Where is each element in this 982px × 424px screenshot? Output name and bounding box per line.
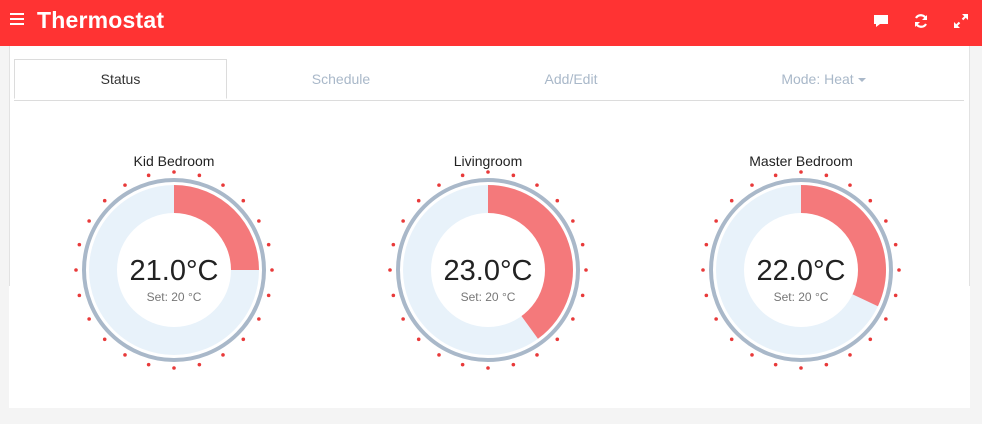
mode-dropdown[interactable]: Mode: Heat xyxy=(756,59,891,99)
panel-border-left xyxy=(9,46,10,286)
setpoint-label: Set: 20 °C xyxy=(146,290,202,304)
tick-mark xyxy=(868,337,873,342)
tick-mark xyxy=(824,173,829,178)
tab-status[interactable]: Status xyxy=(14,59,227,99)
tick-mark xyxy=(750,353,754,357)
tick-mark xyxy=(87,317,91,321)
tick-mark xyxy=(437,353,441,357)
app-title: Thermostat xyxy=(37,7,165,33)
tick-mark xyxy=(824,362,829,367)
tick-mark xyxy=(714,317,718,321)
tick-mark xyxy=(241,337,246,342)
tick-mark xyxy=(266,242,271,247)
thermostat-dial-master-bedroom[interactable]: Master Bedroom 22.0°C Set: 20 °C xyxy=(681,150,921,380)
tick-mark xyxy=(535,183,539,187)
tick-mark xyxy=(884,317,888,321)
zone-name: Livingroom xyxy=(453,153,523,169)
tick-mark xyxy=(750,183,754,187)
tick-mark xyxy=(868,198,873,203)
current-temperature: 21.0°C xyxy=(129,255,219,287)
tick-mark xyxy=(77,242,82,247)
tick-mark xyxy=(87,219,91,223)
app-header: Thermostat xyxy=(0,0,982,46)
tick-mark xyxy=(884,219,888,223)
tick-mark xyxy=(460,362,465,367)
tick-mark xyxy=(197,362,202,367)
tick-mark xyxy=(401,219,405,223)
tick-mark xyxy=(555,337,560,342)
tick-mark xyxy=(241,198,246,203)
tab-bar: Status Schedule Add/Edit Mode: Heat xyxy=(14,59,964,101)
tick-mark xyxy=(773,173,778,178)
panel-border-right xyxy=(969,46,970,286)
expand-icon[interactable] xyxy=(952,12,970,30)
tick-mark xyxy=(799,366,803,370)
tick-mark xyxy=(257,219,261,223)
tick-mark xyxy=(486,366,490,370)
tick-mark xyxy=(893,242,898,247)
zone-name: Master Bedroom xyxy=(749,153,853,169)
tick-mark xyxy=(102,337,107,342)
tick-mark xyxy=(437,183,441,187)
tick-mark xyxy=(511,173,516,178)
tick-mark xyxy=(221,183,225,187)
caret-down-icon xyxy=(857,78,866,83)
tab-schedule[interactable]: Schedule xyxy=(256,59,426,99)
tick-mark xyxy=(172,170,176,174)
tick-mark xyxy=(848,353,852,357)
tick-mark xyxy=(401,317,405,321)
tick-mark xyxy=(555,198,560,203)
tick-mark xyxy=(714,219,718,223)
hamburger-icon[interactable] xyxy=(10,13,24,27)
tick-mark xyxy=(416,198,421,203)
tick-mark xyxy=(460,173,465,178)
setpoint-label: Set: 20 °C xyxy=(460,290,516,304)
tick-mark xyxy=(729,198,734,203)
tick-mark xyxy=(799,170,803,174)
mode-label: Mode: Heat xyxy=(781,71,854,87)
tick-mark xyxy=(511,362,516,367)
thermostat-dial-kid-bedroom[interactable]: Kid Bedroom 21.0°C Set: 20 °C xyxy=(54,150,294,380)
tick-mark xyxy=(391,242,396,247)
tick-mark xyxy=(197,173,202,178)
thermostat-dial-livingroom[interactable]: Livingroom 23.0°C Set: 20 °C xyxy=(368,150,608,380)
tick-mark xyxy=(172,366,176,370)
tick-mark xyxy=(416,337,421,342)
chat-bubble-icon[interactable] xyxy=(872,12,890,30)
tick-mark xyxy=(146,173,151,178)
current-temperature: 22.0°C xyxy=(756,255,846,287)
tab-add-edit[interactable]: Add/Edit xyxy=(486,59,656,99)
tick-mark xyxy=(848,183,852,187)
tick-mark xyxy=(102,198,107,203)
tick-mark xyxy=(146,362,151,367)
tick-mark xyxy=(704,242,709,247)
setpoint-label: Set: 20 °C xyxy=(773,290,829,304)
refresh-icon[interactable] xyxy=(912,12,930,30)
zone-name: Kid Bedroom xyxy=(133,153,215,169)
tick-mark xyxy=(729,337,734,342)
tick-mark xyxy=(571,317,575,321)
tick-mark xyxy=(123,183,127,187)
tick-mark xyxy=(486,170,490,174)
current-temperature: 23.0°C xyxy=(443,255,533,287)
tick-mark xyxy=(571,219,575,223)
tick-mark xyxy=(221,353,225,357)
tick-mark xyxy=(580,242,585,247)
tick-mark xyxy=(773,362,778,367)
tick-mark xyxy=(535,353,539,357)
tick-mark xyxy=(257,317,261,321)
tick-mark xyxy=(123,353,127,357)
